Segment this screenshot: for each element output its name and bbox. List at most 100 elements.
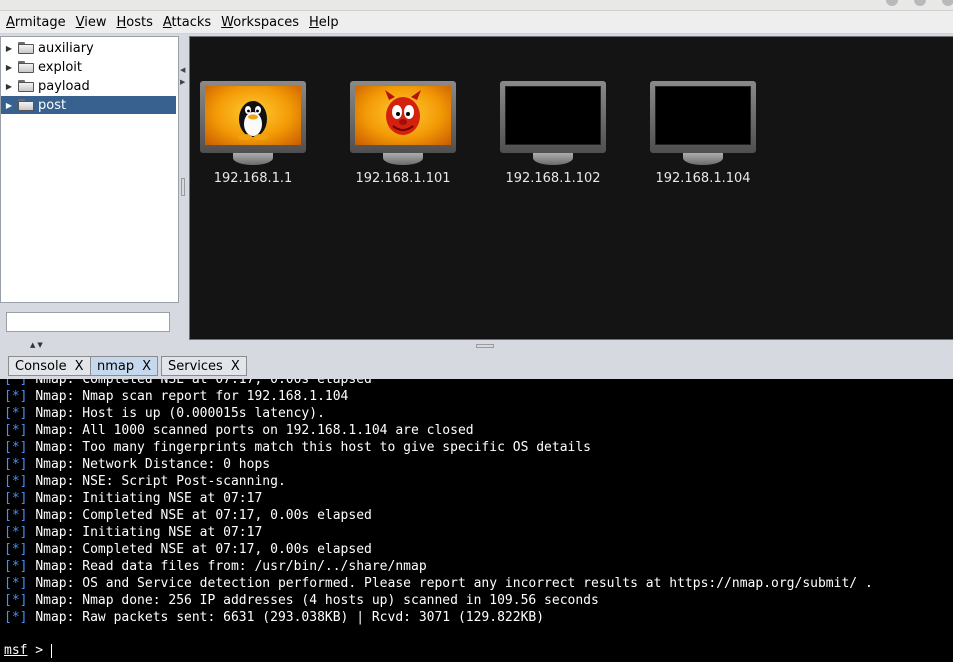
monitor-stand-icon bbox=[533, 151, 573, 165]
console-line-text: Nmap: Network Distance: 0 hops bbox=[35, 457, 271, 472]
module-search-input[interactable] bbox=[6, 312, 170, 332]
expand-arrow-icon[interactable]: ▶ bbox=[3, 44, 15, 53]
host-192-168-1-1[interactable]: 192.168.1.1 bbox=[198, 81, 308, 186]
menu-mnemonic: V bbox=[75, 14, 85, 30]
menu-label: iew bbox=[84, 14, 107, 30]
monitor-stand-icon bbox=[233, 151, 273, 165]
tree-item-label: exploit bbox=[38, 59, 82, 75]
status-tag: [*] bbox=[4, 423, 28, 438]
host-ip-label: 192.168.1.101 bbox=[355, 171, 451, 186]
tree-item-exploit[interactable]: ▶ exploit bbox=[1, 58, 176, 76]
nmap-console[interactable]: msf > [*] Nmap: Completed NSE at 07:17, … bbox=[0, 379, 953, 662]
host-192-168-1-102[interactable]: 192.168.1.102 bbox=[498, 81, 608, 186]
close-tab-icon[interactable]: X bbox=[75, 359, 84, 374]
status-tag: [*] bbox=[4, 389, 28, 404]
close-tab-icon[interactable]: X bbox=[231, 359, 240, 374]
tree-item-label: auxiliary bbox=[38, 40, 94, 56]
console-line-text: Nmap: OS and Service detection performed… bbox=[35, 576, 873, 591]
close-tab-icon[interactable]: X bbox=[142, 359, 151, 374]
prompt-symbol: > bbox=[27, 643, 51, 658]
console-line-text: Nmap: Read data files from: /usr/bin/../… bbox=[35, 559, 427, 574]
folder-icon bbox=[18, 42, 34, 54]
minimize-icon[interactable] bbox=[886, 0, 898, 6]
expand-arrow-icon[interactable]: ▶ bbox=[3, 82, 15, 91]
vertical-splitter[interactable]: ◀ ▶ bbox=[178, 36, 188, 342]
console-line: [*] Nmap: Too many fingerprints match th… bbox=[4, 439, 591, 456]
monitor-stand-icon bbox=[383, 151, 423, 165]
menu-item[interactable]: Armitage bbox=[0, 15, 70, 30]
host-ip-label: 192.168.1.104 bbox=[655, 171, 751, 186]
status-tag: [*] bbox=[4, 593, 28, 608]
menu-item[interactable]: Hosts bbox=[110, 15, 156, 30]
status-tag: [*] bbox=[4, 576, 28, 591]
console-line: [*] Nmap: Host is up (0.000015s latency)… bbox=[4, 405, 325, 422]
splitter-grip-icon bbox=[181, 178, 185, 196]
menu-label: elp bbox=[318, 14, 339, 30]
monitor-icon[interactable] bbox=[350, 81, 456, 153]
tree-item-label: payload bbox=[38, 78, 90, 94]
monitor-stand-icon bbox=[683, 151, 723, 165]
tree-item-post[interactable]: ▶ post bbox=[1, 96, 176, 114]
console-line-text: Nmap: Nmap done: 256 IP addresses (4 hos… bbox=[35, 593, 599, 608]
tree-item-auxiliary[interactable]: ▶ auxiliary bbox=[1, 39, 176, 57]
status-tag: [*] bbox=[4, 542, 28, 557]
freebsd-daemon-icon bbox=[355, 86, 451, 145]
console-line: [*] Nmap: OS and Service detection perfo… bbox=[4, 575, 873, 592]
targets-graph-view: 192.168.1.1 192.168.1.101 192.168.1.102 192… bbox=[189, 36, 953, 340]
expand-arrow-icon[interactable]: ▶ bbox=[3, 63, 15, 72]
console-prompt[interactable]: msf > bbox=[4, 642, 52, 659]
host-192-168-1-104[interactable]: 192.168.1.104 bbox=[648, 81, 758, 186]
tab-nmap[interactable]: nmap X bbox=[90, 356, 159, 376]
console-line-text: Nmap: Completed NSE at 07:17, 0.00s elap… bbox=[35, 508, 372, 523]
console-line-text: Nmap: Initiating NSE at 07:17 bbox=[35, 525, 263, 540]
menu-mnemonic: H bbox=[116, 14, 127, 30]
menu-mnemonic: A bbox=[6, 14, 15, 30]
tab-services[interactable]: Services X bbox=[161, 356, 247, 376]
module-browser: ▶ auxiliary ▶ exploit ▶ payload ▶ post bbox=[0, 36, 179, 303]
status-tag: [*] bbox=[4, 525, 28, 540]
console-line-text: Nmap: Host is up (0.000015s latency). bbox=[35, 406, 325, 421]
horizontal-splitter[interactable] bbox=[0, 342, 953, 350]
console-line: [*] Nmap: Completed NSE at 07:17, 0.00s … bbox=[4, 507, 372, 524]
tree-item-payload[interactable]: ▶ payload bbox=[1, 77, 176, 95]
chevron-right-icon[interactable]: ▶ bbox=[180, 78, 185, 86]
menu-item[interactable]: Help bbox=[303, 15, 343, 30]
expand-arrow-icon[interactable]: ▶ bbox=[3, 101, 15, 110]
monitor-icon[interactable] bbox=[650, 81, 756, 153]
tab-console[interactable]: Console X bbox=[8, 356, 91, 376]
menu-item[interactable]: Workspaces bbox=[215, 15, 303, 30]
splitter-grip-icon bbox=[476, 344, 494, 348]
host-192-168-1-101[interactable]: 192.168.1.101 bbox=[348, 81, 458, 186]
status-tag: [*] bbox=[4, 440, 28, 455]
maximize-icon[interactable] bbox=[914, 0, 926, 6]
console-line-text: Nmap: Raw packets sent: 6631 (293.038KB)… bbox=[35, 610, 545, 625]
console-line: [*] Nmap: Initiating NSE at 07:17 bbox=[4, 524, 262, 541]
console-line: [*] Nmap: Initiating NSE at 07:17 bbox=[4, 490, 262, 507]
console-line: [*] Nmap: Nmap done: 256 IP addresses (4… bbox=[4, 592, 599, 609]
menu-label: rmitage bbox=[14, 14, 66, 30]
console-line-text: Nmap: Completed NSE at 07:17, 0.00s elap… bbox=[35, 542, 372, 557]
status-tag: [*] bbox=[4, 406, 28, 421]
console-line: [*] Nmap: Read data files from: /usr/bin… bbox=[4, 558, 427, 575]
tab-label: Console bbox=[15, 358, 67, 374]
console-line-text: Nmap: All 1000 scanned ports on 192.168.… bbox=[35, 423, 474, 438]
monitor-icon[interactable] bbox=[500, 81, 606, 153]
prompt-msf: msf bbox=[4, 643, 28, 658]
console-line: [*] Nmap: Raw packets sent: 6631 (293.03… bbox=[4, 609, 544, 626]
monitor-icon[interactable] bbox=[200, 81, 306, 153]
folder-icon bbox=[18, 61, 34, 73]
status-tag: [*] bbox=[4, 457, 28, 472]
menu-label: osts bbox=[126, 14, 153, 30]
menu-label: orkspaces bbox=[233, 14, 299, 30]
console-line-text: Nmap: Nmap scan report for 192.168.1.104 bbox=[35, 389, 349, 404]
folder-icon bbox=[18, 80, 34, 92]
close-icon[interactable] bbox=[942, 0, 953, 6]
menu-mnemonic: A bbox=[162, 14, 172, 30]
chevron-left-icon[interactable]: ◀ bbox=[180, 66, 185, 74]
unknown-os-icon bbox=[655, 86, 751, 145]
tree-item-label: post bbox=[38, 97, 67, 113]
console-line: [*] Nmap: NSE: Script Post-scanning. bbox=[4, 473, 286, 490]
menu-item[interactable]: View bbox=[70, 15, 111, 30]
console-line: [*] Nmap: Completed NSE at 07:17, 0.00s … bbox=[4, 541, 372, 558]
menu-item[interactable]: Attacks bbox=[157, 15, 215, 30]
